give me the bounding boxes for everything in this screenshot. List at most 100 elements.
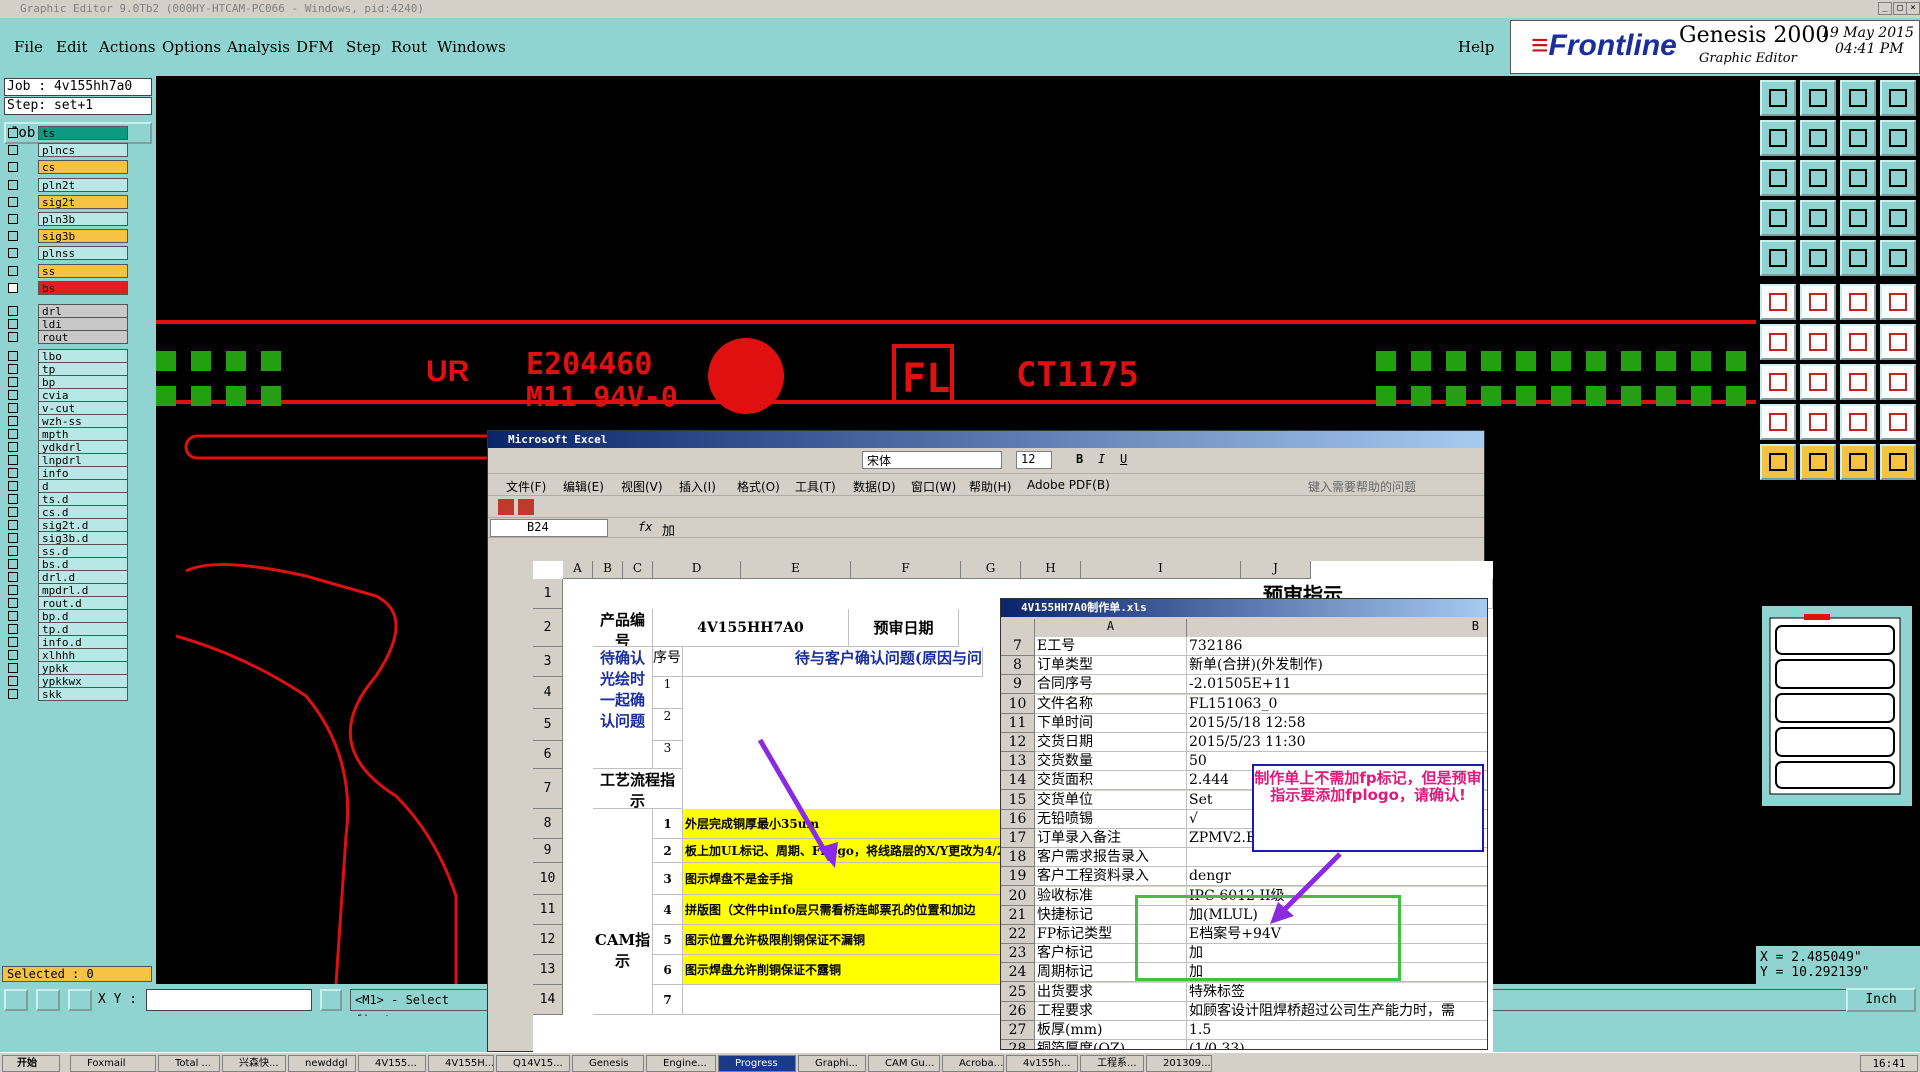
layer-name[interactable]: rout.d [38, 596, 128, 610]
tri4-icon[interactable] [1880, 404, 1916, 440]
layer-row-bs.d[interactable]: bs.d [6, 557, 128, 571]
tri3-icon[interactable] [1840, 404, 1876, 440]
layer-row-mpth[interactable]: mpth [6, 427, 128, 441]
task-button[interactable]: Graphi... [798, 1055, 866, 1072]
row-header[interactable]: 11 [533, 895, 563, 925]
size-select[interactable]: 12 [1016, 451, 1052, 469]
layer-row-skk[interactable]: skk [6, 687, 128, 701]
menu-help[interactable]: Help [1458, 38, 1494, 56]
layer-row-pln2t[interactable]: pln2t [6, 177, 128, 192]
tri2-icon[interactable] [1800, 404, 1836, 440]
layer-row-drl.d[interactable]: drl.d [6, 570, 128, 584]
tri1-icon[interactable] [1760, 404, 1796, 440]
layer-row-pln3b[interactable]: pln3b [6, 212, 128, 226]
layer-checkbox[interactable] [8, 559, 18, 569]
layer-checkbox[interactable] [8, 377, 18, 387]
seq-cell[interactable]: 3 [653, 741, 683, 769]
layer-checkbox[interactable] [8, 507, 18, 517]
layer-row-sig2t.d[interactable]: sig2t.d [6, 518, 128, 532]
layer-name[interactable]: v-cut [38, 401, 128, 415]
layer-checkbox[interactable] [8, 403, 18, 413]
layer-name[interactable]: pln2t [38, 177, 128, 192]
workorder-row[interactable]: 27 板厚(mm) 1.5 [1001, 1021, 1487, 1040]
task-button[interactable]: 兴森快... [222, 1055, 286, 1072]
field-name[interactable]: 工程要求 [1035, 1001, 1187, 1021]
layer-name[interactable]: lbo [38, 349, 128, 363]
layer-row-tp[interactable]: tp [6, 362, 128, 376]
layer-name[interactable]: ldi [38, 317, 128, 331]
layer-name[interactable]: sig2t.d [38, 518, 128, 532]
layer-row-info.d[interactable]: info.d [6, 635, 128, 649]
layer-row-rout.d[interactable]: rout.d [6, 596, 128, 610]
layer-row-tp.d[interactable]: tp.d [6, 622, 128, 636]
hline-icon[interactable] [1800, 364, 1836, 400]
layer-row-rout[interactable]: rout [6, 330, 128, 344]
col-header[interactable]: B [593, 561, 623, 579]
layer-checkbox[interactable] [8, 145, 18, 156]
layer-checkbox[interactable] [8, 332, 18, 342]
measure-icon[interactable] [1760, 200, 1796, 236]
row-header[interactable]: 2 [533, 609, 563, 647]
workorder-row[interactable]: 11 下单时间 2015/5/18 12:58 [1001, 713, 1487, 733]
layer-checkbox[interactable] [8, 546, 18, 556]
layer-name[interactable]: ypkk [38, 661, 128, 675]
field-name[interactable]: 无铅喷锡 [1035, 809, 1187, 829]
layer-row-sig3b.d[interactable]: sig3b.d [6, 531, 128, 545]
line-icon[interactable] [1800, 240, 1836, 276]
row-header[interactable]: 9 [533, 839, 563, 863]
field-name[interactable]: 订单类型 [1035, 656, 1187, 676]
menu-step[interactable]: Step [346, 38, 381, 56]
layer-row-wzh-ss[interactable]: wzh-ss [6, 414, 128, 428]
layer-row-ydkdrl[interactable]: ydkdrl [6, 440, 128, 454]
layer-checkbox[interactable] [8, 520, 18, 530]
layer-row-ypkkwx[interactable]: ypkkwx [6, 674, 128, 688]
field-name[interactable]: E工号 [1035, 637, 1187, 656]
name-box[interactable]: B24 [490, 519, 608, 537]
layer-checkbox[interactable] [8, 598, 18, 608]
workorder-row[interactable]: 25 出货要求 特殊标签 [1001, 982, 1487, 1002]
layer-row-lnpdrl[interactable]: lnpdrl [6, 453, 128, 467]
layer-row-ss[interactable]: ss [6, 263, 128, 278]
ptr2-icon[interactable] [1800, 444, 1836, 480]
help-question-box[interactable]: 键入需要帮助的问题 [1308, 478, 1416, 495]
layer-row-bp.d[interactable]: bp.d [6, 609, 128, 623]
pad-icon[interactable] [1760, 364, 1796, 400]
layer-checkbox[interactable] [8, 162, 18, 173]
shape-icon[interactable] [1880, 364, 1916, 400]
close-button[interactable]: × [1906, 2, 1920, 15]
font-select[interactable]: 宋体 [862, 451, 1002, 469]
dot-icon[interactable] [1880, 240, 1916, 276]
ptr3-icon[interactable] [1840, 444, 1876, 480]
info-icon[interactable] [320, 989, 342, 1011]
seq-cell[interactable]: 2 [653, 709, 683, 741]
row-header[interactable]: 3 [533, 647, 563, 677]
xl-menu-help[interactable]: 帮助(H) [969, 478, 1011, 495]
layer-row-plnss[interactable]: plnss [6, 246, 128, 261]
layer-name[interactable]: ss.d [38, 544, 128, 558]
field-name[interactable]: 交货面积 [1035, 771, 1187, 791]
col-header[interactable]: F [851, 561, 961, 579]
layer-name[interactable]: drl [38, 304, 128, 318]
layer-name[interactable]: ts [38, 126, 128, 140]
product-label[interactable]: 产品编号 [593, 609, 653, 647]
layer-checkbox[interactable] [8, 416, 18, 426]
layer-name[interactable]: tp [38, 362, 128, 376]
field-name[interactable]: 铜箔厚度(OZ) [1035, 1040, 1187, 1049]
field-value[interactable]: 特殊标签 [1187, 982, 1487, 1002]
workorder-row[interactable]: 10 文件名称 FL151063_0 [1001, 694, 1487, 714]
workorder-row[interactable]: 28 铜箔厚度(OZ) (1/0.33) [1001, 1040, 1487, 1049]
field-value[interactable]: 2015/5/18 12:58 [1187, 713, 1487, 733]
col-header[interactable]: D [653, 561, 741, 579]
layer-checkbox[interactable] [8, 429, 18, 439]
layer-row-bp[interactable]: bp [6, 375, 128, 389]
workorder-row[interactable]: 12 交货日期 2015/5/23 11:30 [1001, 733, 1487, 752]
italic-icon[interactable]: I [1098, 452, 1105, 466]
layer-row-cs[interactable]: cs [6, 160, 128, 175]
cam-item-text[interactable]: 图示位置允许极限削铜保证不漏铜 [683, 925, 1003, 955]
task-button[interactable]: 4v155h... [1006, 1055, 1078, 1072]
zoomin-icon[interactable] [1800, 160, 1836, 196]
layer-checkbox[interactable] [8, 196, 18, 207]
layer-name[interactable]: bs.d [38, 557, 128, 571]
cam-item-number[interactable]: 6 [653, 955, 683, 985]
layer-checkbox[interactable] [8, 481, 18, 491]
